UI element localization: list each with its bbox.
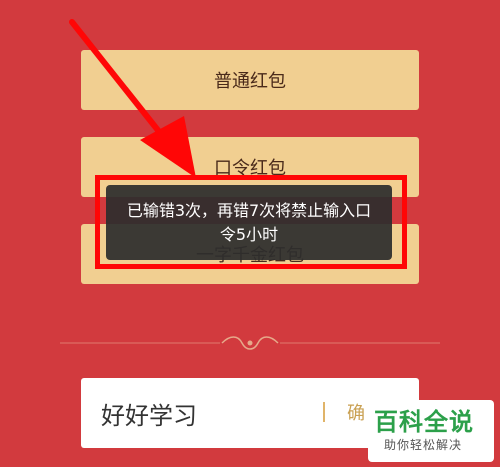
watermark-subtitle: 助你轻松解决 — [384, 438, 463, 452]
password-input-value[interactable]: 好好学习 — [101, 396, 197, 431]
confirm-button[interactable]: 确 — [347, 399, 365, 425]
watermark-logo: 百科全说 助你轻松解决 — [368, 400, 494, 462]
watermark-title: 百科全说 — [374, 408, 474, 436]
ornament-divider-icon — [60, 336, 440, 350]
input-separator — [323, 402, 325, 422]
